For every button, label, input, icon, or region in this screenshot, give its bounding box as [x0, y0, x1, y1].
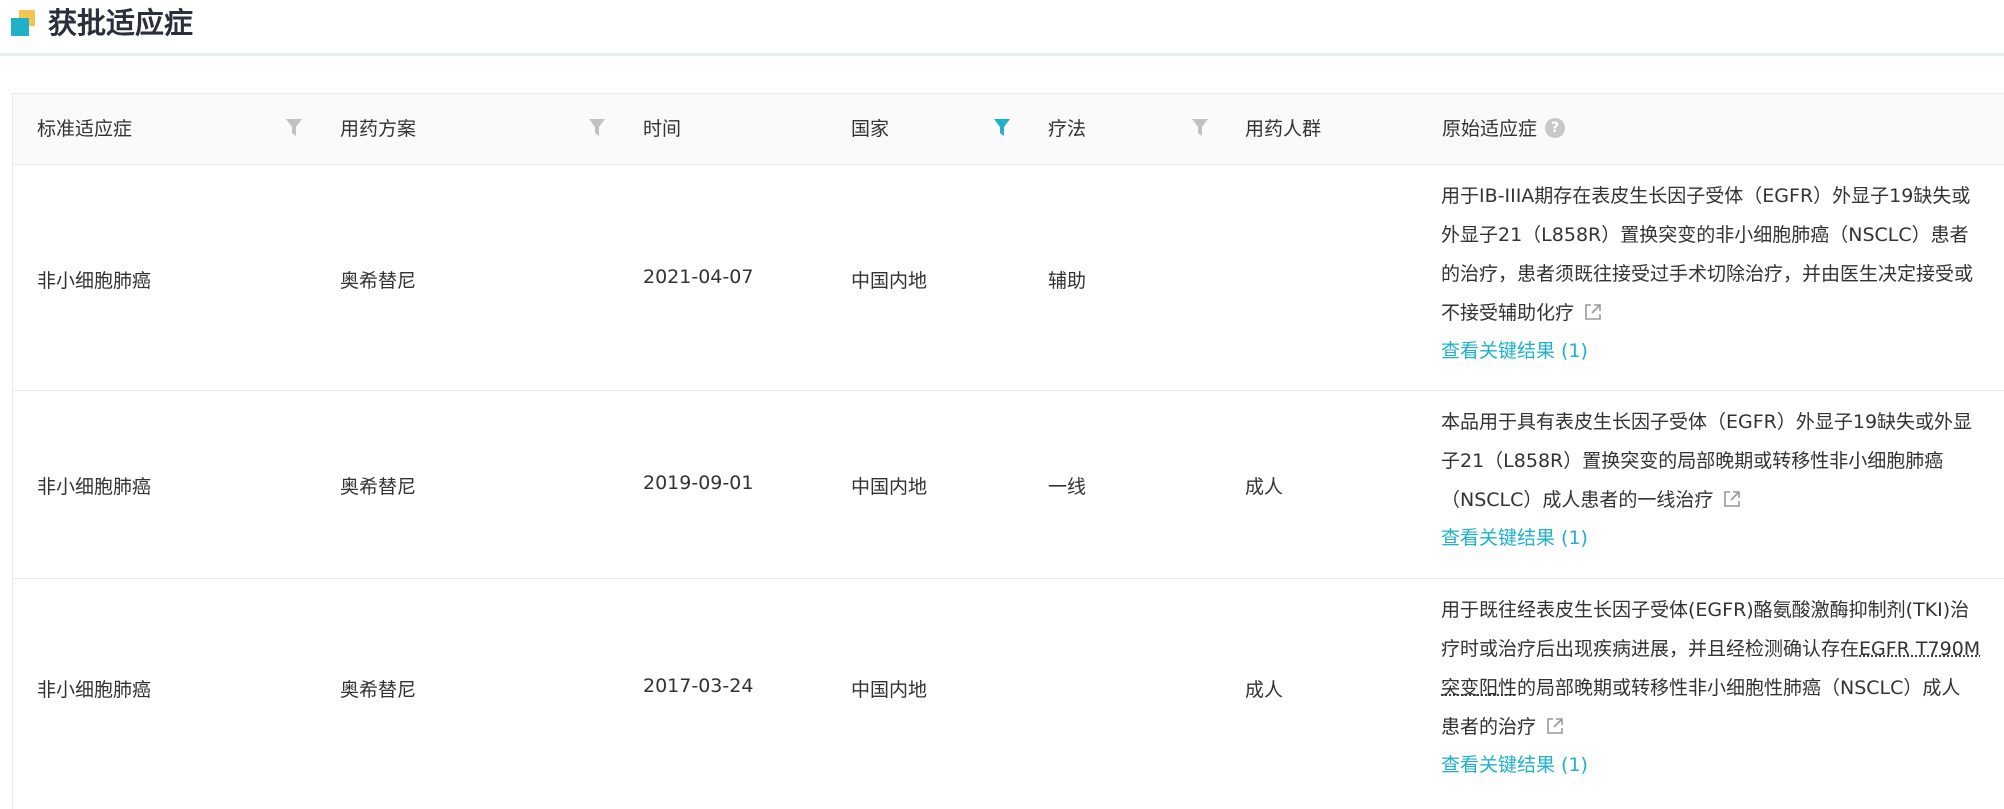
view-key-results-link[interactable]: 查看关键结果 (1): [1441, 520, 2001, 556]
original-indication-line-last: 不接受辅助化疗: [1441, 294, 2001, 333]
cell-regimen: 奥希替尼: [340, 266, 416, 293]
cell-regimen: 奥希替尼: [340, 472, 416, 499]
filter-active-icon[interactable]: [993, 118, 1011, 138]
column-header-standard-indication: 标准适应症: [37, 94, 132, 164]
column-header-original-indication: 原始适应症?: [1442, 94, 1565, 164]
cell-country: 中国内地: [851, 675, 927, 702]
original-indication-text: 疗时或治疗后出现疾病进展，并且经检测确认存在: [1441, 638, 1859, 660]
original-indication-line-last: （NSCLC）成人患者的一线治疗: [1441, 481, 2001, 520]
cell-indication: 非小细胞肺癌: [37, 266, 151, 293]
original-indication-text: （NSCLC）成人患者的一线治疗: [1441, 489, 1713, 511]
biomarker-link[interactable]: 突变阳性: [1441, 677, 1517, 699]
cell-therapy: 一线: [1048, 472, 1086, 499]
filter-icon[interactable]: [588, 118, 606, 138]
column-header-original-indication-label: 原始适应症: [1442, 118, 1537, 140]
column-header-therapy: 疗法: [1048, 94, 1086, 164]
table-row: 非小细胞肺癌 奥希替尼 2017-03-24 中国内地 成人 用于既往经表皮生长…: [13, 579, 2004, 809]
cell-date: 2021-04-07: [643, 266, 753, 288]
original-indication-line: 突变阳性的局部晚期或转移性非小细胞性肺癌（NSCLC）成人: [1441, 669, 2001, 708]
section-title: 获批适应症: [48, 4, 193, 42]
original-indication-line: 外显子21（L858R）置换突变的非小细胞肺癌（NSCLC）患者: [1441, 216, 2001, 255]
original-indication-line: 用于既往经表皮生长因子受体(EGFR)酪氨酸激酶抑制剂(TKI)治: [1441, 591, 2001, 630]
original-indication-line: 子21（L858R）置换突变的局部晚期或转移性非小细胞肺癌: [1441, 442, 2001, 481]
help-icon[interactable]: ?: [1545, 118, 1565, 138]
cell-country: 中国内地: [851, 472, 927, 499]
original-indication-line: 的治疗，患者须既往接受过手术切除治疗，并由医生决定接受或: [1441, 255, 2001, 294]
column-header-regimen: 用药方案: [340, 94, 416, 164]
table-row: 非小细胞肺癌 奥希替尼 2019-09-01 中国内地 一线 成人 本品用于具有…: [13, 391, 2004, 579]
cell-population: 成人: [1245, 675, 1283, 702]
filter-icon[interactable]: [1191, 118, 1209, 138]
original-indication-line-last: 患者的治疗: [1441, 708, 2001, 747]
original-indication-text: 不接受辅助化疗: [1441, 302, 1574, 324]
cell-indication: 非小细胞肺癌: [37, 675, 151, 702]
original-indication-text: 的局部晚期或转移性非小细胞性肺癌（NSCLC）成人: [1517, 677, 1960, 699]
cell-date: 2017-03-24: [643, 675, 753, 697]
section-header: 获批适应症: [0, 0, 2004, 56]
table-header: 标准适应症 用药方案 时间 国家 疗法 用药人群 原始适应症?: [13, 94, 2004, 165]
cell-date: 2019-09-01: [643, 472, 753, 494]
indications-table: 标准适应症 用药方案 时间 国家 疗法 用药人群 原始适应症? 非小细胞肺癌 奥…: [12, 93, 2004, 809]
filter-icon[interactable]: [285, 118, 303, 138]
original-indication-line: 用于IB-IIIA期存在表皮生长因子受体（EGFR）外显子19缺失或: [1441, 177, 2001, 216]
cell-therapy: 辅助: [1048, 266, 1086, 293]
external-link-icon[interactable]: [1584, 303, 1602, 321]
section-marker-icon: [11, 10, 36, 35]
external-link-icon[interactable]: [1723, 490, 1741, 508]
cell-indication: 非小细胞肺癌: [37, 472, 151, 499]
external-link-icon[interactable]: [1546, 717, 1564, 735]
cell-population: 成人: [1245, 472, 1283, 499]
view-key-results-link[interactable]: 查看关键结果 (1): [1441, 747, 2001, 783]
table-row: 非小细胞肺癌 奥希替尼 2021-04-07 中国内地 辅助 用于IB-IIIA…: [13, 165, 2004, 391]
cell-regimen: 奥希替尼: [340, 675, 416, 702]
column-header-population: 用药人群: [1245, 94, 1321, 164]
original-indication-line: 疗时或治疗后出现疾病进展，并且经检测确认存在EGFR T790M: [1441, 630, 2001, 669]
original-indication-line: 本品用于具有表皮生长因子受体（EGFR）外显子19缺失或外显: [1441, 403, 2001, 442]
cell-original-indication: 用于IB-IIIA期存在表皮生长因子受体（EGFR）外显子19缺失或 外显子21…: [1441, 177, 2001, 369]
view-key-results-link[interactable]: 查看关键结果 (1): [1441, 333, 2001, 369]
original-indication-text: 患者的治疗: [1441, 716, 1536, 738]
cell-country: 中国内地: [851, 266, 927, 293]
cell-original-indication: 用于既往经表皮生长因子受体(EGFR)酪氨酸激酶抑制剂(TKI)治 疗时或治疗后…: [1441, 591, 2001, 783]
column-header-date: 时间: [643, 94, 681, 164]
column-header-country: 国家: [851, 94, 889, 164]
cell-original-indication: 本品用于具有表皮生长因子受体（EGFR）外显子19缺失或外显 子21（L858R…: [1441, 403, 2001, 556]
biomarker-link[interactable]: EGFR T790M: [1859, 638, 1980, 660]
